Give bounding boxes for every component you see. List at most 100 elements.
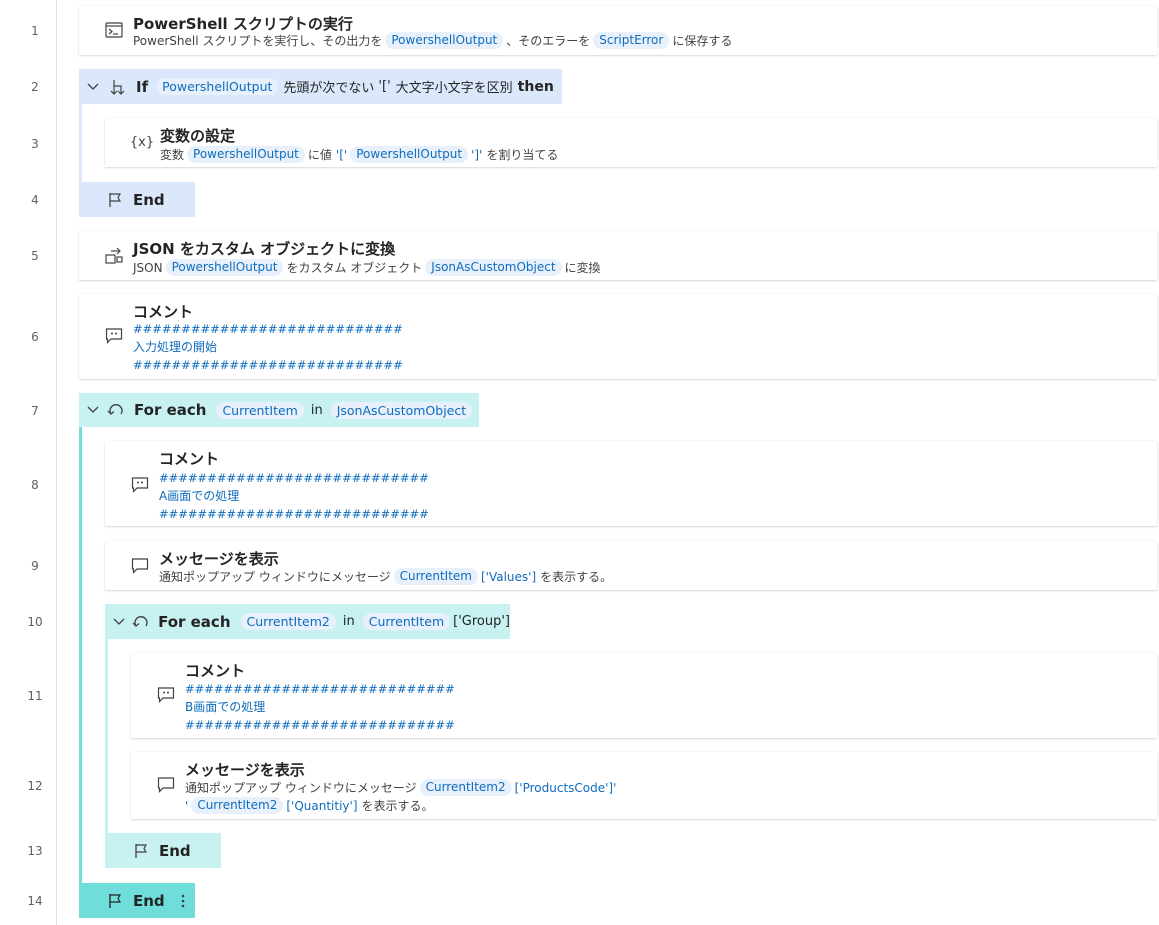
if-keyword: If <box>136 77 149 96</box>
flag-icon <box>106 192 124 208</box>
action-title: メッセージを表示 <box>185 761 305 779</box>
action-description: JSON PowershellOutput をカスタム オブジェクト JsonA… <box>133 259 601 276</box>
action-description: 通知ポップアップ ウィンドウにメッセージ CurrentItem2 ['Prod… <box>185 779 616 796</box>
line-number: 4 <box>31 193 39 207</box>
end-label: End <box>133 891 165 910</box>
line-number: 11 <box>27 689 43 703</box>
variable-token[interactable]: CurrentItem <box>216 401 304 419</box>
foreach-block-header[interactable]: For each CurrentItem in JsonAsCustomObje… <box>79 393 479 427</box>
action-description: 変数 PowershellOutput に値 '[' PowershellOut… <box>160 146 558 163</box>
action-title: コメント <box>185 662 246 680</box>
variable-token[interactable]: CurrentItem2 <box>240 613 336 630</box>
literal-text: ['Values'] <box>480 569 537 584</box>
literal-text: ['Group'] <box>453 614 510 629</box>
comment-line: 入力処理の開始 <box>133 340 218 354</box>
variable-icon: {x} <box>129 134 155 150</box>
desc-text: に値 <box>307 148 332 162</box>
if-end-block[interactable]: End <box>79 182 195 217</box>
if-block-line <box>79 104 82 184</box>
loop-icon <box>105 402 127 418</box>
if-branch-icon <box>107 79 127 95</box>
line-number: 8 <box>31 478 39 492</box>
desc-text: 変数 <box>160 148 185 162</box>
desc-text: PowerShell スクリプトを実行し、その出力を <box>133 34 383 48</box>
action-display-message[interactable]: メッセージを表示 通知ポップアップ ウィンドウにメッセージ CurrentIte… <box>131 752 1157 819</box>
variable-token[interactable]: CurrentItem <box>393 568 478 585</box>
desc-text: をカスタム オブジェクト <box>286 261 423 275</box>
literal-text: '[' <box>335 147 348 162</box>
loop-icon <box>130 614 151 630</box>
variable-token[interactable]: PowershellOutput <box>156 78 279 95</box>
literal-text: ['ProductsCode']' <box>514 780 617 795</box>
convert-icon <box>103 245 125 267</box>
desc-text: を表示する。 <box>540 570 613 584</box>
action-run-powershell[interactable]: PowerShell スクリプトの実行 PowerShell スクリプトを実行し… <box>79 6 1157 55</box>
end-label: End <box>159 841 191 860</box>
line-number: 1 <box>31 24 39 38</box>
inner-loop-block-line <box>105 639 108 835</box>
if-value: '[' <box>378 79 391 94</box>
variable-token[interactable]: JsonAsCustomObject <box>425 259 562 276</box>
line-number: 13 <box>27 844 43 858</box>
action-display-message[interactable]: メッセージを表示 通知ポップアップ ウィンドウにメッセージ CurrentIte… <box>105 541 1157 590</box>
inner-loop-end-block[interactable]: End <box>105 833 221 868</box>
chevron-down-icon[interactable] <box>111 614 126 630</box>
loop-block-line <box>79 427 82 887</box>
line-number: 2 <box>31 80 39 94</box>
variable-token[interactable]: PowershellOutput <box>187 146 305 163</box>
loop-end-block[interactable]: End <box>79 883 195 918</box>
action-comment[interactable]: コメント ############################ 入力処理の開… <box>79 294 1157 379</box>
action-title: メッセージを表示 <box>159 550 279 568</box>
comment-line: B画面での処理 <box>185 700 266 714</box>
line-number: 7 <box>31 404 39 418</box>
comment-line: ############################ <box>159 471 429 485</box>
comment-line: ############################ <box>185 718 455 732</box>
action-description: PowerShell スクリプトを実行し、その出力を PowershellOut… <box>133 32 732 49</box>
if-condition: 先頭が次でない <box>283 81 375 96</box>
comment-line: ############################ <box>133 358 403 372</box>
comment-line: ############################ <box>185 682 455 696</box>
line-number: 3 <box>31 137 39 151</box>
variable-token[interactable]: ScriptError <box>593 32 670 49</box>
literal-text: ['Quantitiy'] <box>286 798 358 813</box>
chevron-down-icon[interactable] <box>85 79 101 95</box>
action-description-line2: ' CurrentItem2 ['Quantitiy'] を表示する。 <box>185 797 434 814</box>
desc-text: 通知ポップアップ ウィンドウにメッセージ <box>159 570 391 584</box>
inner-foreach-block-header[interactable]: For each CurrentItem2 in CurrentItem ['G… <box>105 604 510 639</box>
variable-token[interactable]: JsonAsCustomObject <box>330 401 473 419</box>
action-comment[interactable]: コメント ############################ B画面での処… <box>131 653 1157 738</box>
terminal-icon <box>103 19 125 41</box>
literal-text: ' <box>185 798 189 813</box>
action-comment[interactable]: コメント ############################ A画面での処… <box>105 441 1157 526</box>
if-option: 大文字小文字を区別 <box>395 81 513 96</box>
literal-text: ']' <box>471 147 483 162</box>
line-number: 10 <box>27 615 43 629</box>
more-vertical-icon[interactable] <box>177 893 189 909</box>
variable-token[interactable]: CurrentItem <box>362 613 451 630</box>
variable-token[interactable]: PowershellOutput <box>350 146 469 163</box>
variable-token[interactable]: PowershellOutput <box>165 259 284 276</box>
comment-line: ############################ <box>159 507 429 521</box>
action-convert-json[interactable]: JSON をカスタム オブジェクトに変換 JSON PowershellOutp… <box>79 231 1157 280</box>
action-title: 変数の設定 <box>160 127 236 145</box>
variable-token[interactable]: PowershellOutput <box>385 32 504 49</box>
line-number: 9 <box>31 559 39 573</box>
comment-icon <box>155 684 177 706</box>
line-number: 5 <box>31 249 39 263</box>
if-block-header[interactable]: If PowershellOutput 先頭が次でない '[' 大文字小文字を区… <box>79 69 562 104</box>
flag-icon <box>106 893 124 909</box>
action-set-variable[interactable]: {x} 変数の設定 変数 PowershellOutput に値 '[' Pow… <box>105 118 1157 167</box>
comment-icon <box>129 474 151 496</box>
line-number: 6 <box>31 330 39 344</box>
line-number: 12 <box>27 779 43 793</box>
comment-line: ############################ <box>133 322 403 336</box>
action-description: 通知ポップアップ ウィンドウにメッセージ CurrentItem ['Value… <box>159 568 612 585</box>
variable-token[interactable]: CurrentItem2 <box>419 779 512 796</box>
desc-text: JSON <box>133 260 163 275</box>
flag-icon <box>132 843 150 859</box>
variable-token[interactable]: CurrentItem2 <box>191 797 284 814</box>
in-keyword: in <box>342 614 355 629</box>
desc-text: に保存する <box>672 34 733 48</box>
in-keyword: in <box>310 402 323 418</box>
chevron-down-icon[interactable] <box>85 402 101 418</box>
